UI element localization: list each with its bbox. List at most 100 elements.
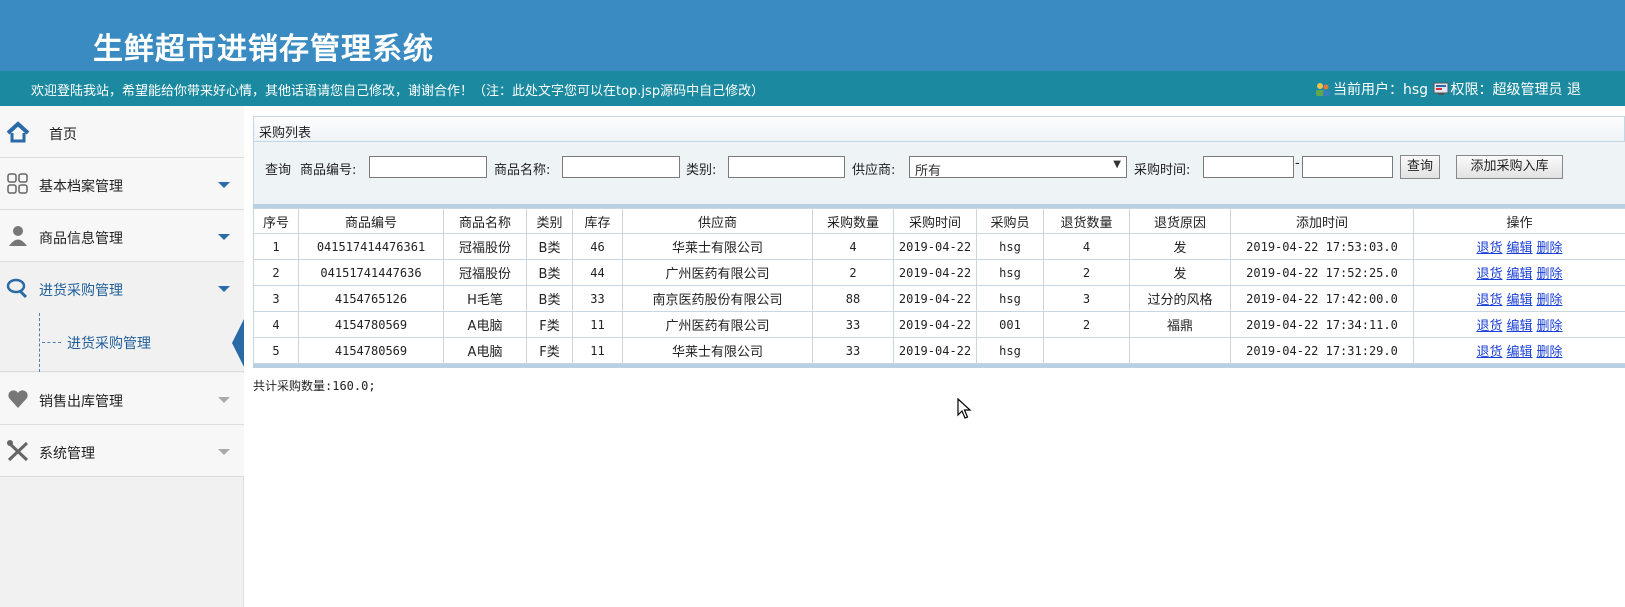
role-label[interactable]: 权限：超级管理员 退 <box>1451 82 1581 98</box>
chevron-down-icon <box>218 182 230 188</box>
return-link[interactable]: 退货 <box>1476 241 1502 256</box>
delete-link[interactable]: 删除 <box>1537 267 1563 282</box>
table-cell: 发 <box>1129 259 1231 286</box>
edit-link[interactable]: 编辑 <box>1506 241 1532 256</box>
category-label: 类别: <box>686 163 717 178</box>
return-link[interactable]: 退货 <box>1476 267 1502 282</box>
table-cell: 4154765126 <box>298 285 444 312</box>
table-cell: 46 <box>572 233 623 260</box>
sidebar-item-sales[interactable]: 销售出库管理 <box>0 373 244 425</box>
tree-branch <box>42 342 61 343</box>
actions-cell: 退货 编辑 删除 <box>1413 259 1625 286</box>
sidebar-item-purchase[interactable]: 进货采购管理 <box>0 262 244 314</box>
table-cell: 广州医药有限公司 <box>622 259 813 286</box>
table-cell: F类 <box>526 337 573 364</box>
time-start-input[interactable] <box>1203 156 1294 178</box>
table-cell: 冠福股份 <box>443 259 527 286</box>
edit-link[interactable]: 编辑 <box>1506 319 1532 334</box>
return-link[interactable]: 退货 <box>1476 319 1502 334</box>
user-icon <box>9 226 27 246</box>
table-cell: 4 <box>1043 233 1130 260</box>
table-cell: 2019-04-22 17:52:25.0 <box>1230 259 1414 286</box>
chat-icon <box>6 278 28 299</box>
sidebar-subitem-purchase[interactable]: 进货采购管理 <box>0 313 244 372</box>
time-end-input[interactable] <box>1302 156 1393 178</box>
dropdown-arrow-icon: ▼ <box>1113 159 1121 170</box>
tools-icon <box>7 440 29 462</box>
sidebar-item-label: 系统管理 <box>39 446 95 462</box>
table-cell: F类 <box>526 311 573 338</box>
table-cell: 2019-04-22 17:34:11.0 <box>1230 311 1414 338</box>
actions-cell: 退货 编辑 删除 <box>1413 337 1625 364</box>
table-cell: 2019-04-22 17:31:29.0 <box>1230 337 1414 364</box>
supplier-select[interactable]: 所有 ▼ <box>909 156 1127 179</box>
product-code-input[interactable] <box>369 156 487 178</box>
table-cell: 冠福股份 <box>443 233 527 260</box>
category-input[interactable] <box>728 156 845 178</box>
current-user-label: 当前用户：hsg <box>1333 82 1429 98</box>
header-cell: 操作 <box>1413 208 1625 234</box>
sidebar-item-system[interactable]: 系统管理 <box>0 425 244 477</box>
mouse-cursor-icon <box>957 398 972 419</box>
add-purchase-button[interactable]: 添加采购入库 <box>1456 155 1563 179</box>
table-cell <box>1129 337 1231 364</box>
table-cell: 2 <box>1043 259 1130 286</box>
users-icon <box>1316 83 1330 96</box>
time-label: 采购时间: <box>1134 163 1191 178</box>
welcome-bar: 欢迎登陆我站，希望能给你带来好心情，其他话语请您自己修改，谢谢合作！（注：此处文… <box>0 71 1625 106</box>
edit-link[interactable]: 编辑 <box>1506 293 1532 308</box>
table-cell: 2019-04-22 <box>893 311 977 338</box>
table-cell: 041517414476361 <box>298 233 444 260</box>
delete-link[interactable]: 删除 <box>1537 319 1563 334</box>
home-icon <box>6 121 30 143</box>
sidebar-item-label: 进货采购管理 <box>39 283 123 299</box>
table-cell: hsg <box>976 285 1044 312</box>
search-button[interactable]: 查询 <box>1400 155 1440 179</box>
sidebar-item-home[interactable]: 首页 <box>0 106 244 158</box>
sidebar-item-basic-archive[interactable]: 基本档案管理 <box>0 158 244 210</box>
table-cell: hsg <box>976 259 1044 286</box>
table-cell: 2019-04-22 17:42:00.0 <box>1230 285 1414 312</box>
table-cell: 发 <box>1129 233 1231 260</box>
table-cell: 3 <box>253 285 299 312</box>
table-row: 1 041517414476361 冠福股份 B类 46 华莱士有限公司 4 2019-04-… <box>253 233 1625 260</box>
table-cell: 4154780569 <box>298 311 444 338</box>
header-cell: 退货原因 <box>1129 208 1231 234</box>
table-row: 4 4154780569 A电脑 F类 11 广州医药有限公司 33 2019-04-22 00… <box>253 311 1625 338</box>
purchase-table-wrapper: 序号 商品编号 商品名称 类别 库存 供应商 采购数量 采购时间 采购员 退货数… <box>253 204 1625 368</box>
actions-cell: 退货 编辑 删除 <box>1413 233 1625 260</box>
table-cell: 4154780569 <box>298 337 444 364</box>
header-cell: 类别 <box>526 208 573 234</box>
chevron-down-icon <box>218 449 230 455</box>
table-cell: B类 <box>526 285 573 312</box>
product-name-input[interactable] <box>562 156 680 178</box>
table-header-row: 序号 商品编号 商品名称 类别 库存 供应商 采购数量 采购时间 采购员 退货数… <box>253 208 1625 234</box>
table-cell: 04151741447636 <box>298 259 444 286</box>
sidebar-item-label: 基本档案管理 <box>39 179 123 195</box>
delete-link[interactable]: 删除 <box>1537 241 1563 256</box>
return-link[interactable]: 退货 <box>1476 345 1502 360</box>
return-link[interactable]: 退货 <box>1476 293 1502 308</box>
header-cell: 采购数量 <box>812 208 894 234</box>
table-cell: A电脑 <box>443 337 527 364</box>
header-cell: 序号 <box>253 208 299 234</box>
table-row: 2 04151741447636 冠福股份 B类 44 广州医药有限公司 2 2019-04-… <box>253 259 1625 286</box>
edit-link[interactable]: 编辑 <box>1506 267 1532 282</box>
welcome-message: 欢迎登陆我站，希望能给你带来好心情，其他话语请您自己修改，谢谢合作！（注：此处文… <box>31 84 765 99</box>
table-cell: B类 <box>526 233 573 260</box>
table-cell: 华莱士有限公司 <box>622 233 813 260</box>
sidebar-item-product-info[interactable]: 商品信息管理 <box>0 210 244 262</box>
table-row: 5 4154780569 A电脑 F类 11 华莱士有限公司 33 2019-04-22 hsg… <box>253 337 1625 364</box>
edit-link[interactable]: 编辑 <box>1506 345 1532 360</box>
delete-link[interactable]: 删除 <box>1537 293 1563 308</box>
table-cell: hsg <box>976 233 1044 260</box>
code-label: 商品编号: <box>300 163 357 178</box>
table-cell: 2 <box>1043 311 1130 338</box>
active-indicator <box>232 319 244 367</box>
table-cell: 33 <box>572 285 623 312</box>
table-row: 3 4154765126 H毛笔 B类 33 南京医药股份有限公司 88 2019-04-22… <box>253 285 1625 312</box>
header-cell: 供应商 <box>622 208 813 234</box>
delete-link[interactable]: 删除 <box>1537 345 1563 360</box>
table-cell: 33 <box>812 337 894 364</box>
total-summary: 共计采购数量:160.0; <box>253 379 376 393</box>
